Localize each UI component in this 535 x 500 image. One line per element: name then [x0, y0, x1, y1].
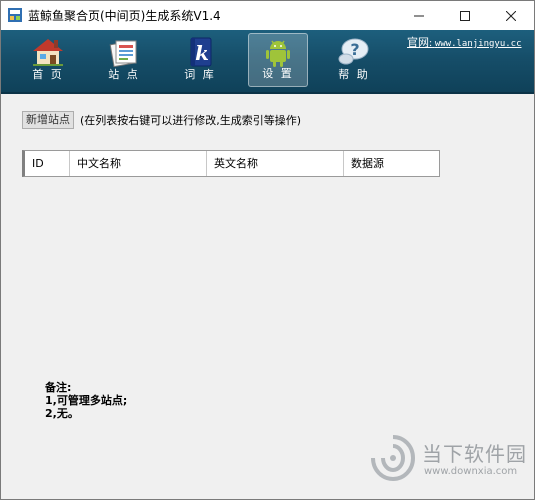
official-site-prefix: 官网:: [407, 37, 433, 49]
toolbar-help-label: 帮 助: [338, 68, 370, 81]
toolbar-help-button[interactable]: ? 帮 助: [325, 33, 383, 87]
toolbar-lexicon-button[interactable]: k 词 库: [171, 33, 229, 87]
column-header-english-name[interactable]: 英文名称: [207, 151, 344, 176]
svg-text:k: k: [195, 41, 209, 65]
title-bar: 蓝鲸鱼聚合页(中间页)生成系统V1.4: [1, 1, 534, 30]
toolbar-sites-button[interactable]: 站 点: [95, 33, 153, 87]
official-site-link[interactable]: 官网: www.lanjingyu.cc: [407, 34, 522, 50]
minimize-button[interactable]: [396, 1, 442, 30]
notes-title: 备注:: [45, 381, 72, 394]
notes-block: 备注: 1,可管理多站点; 2,无。: [45, 381, 127, 420]
official-site-url: www.lanjingyu.cc: [434, 39, 522, 49]
column-header-id[interactable]: ID: [25, 151, 70, 176]
watermark: 当下软件园 www.downxia.com: [368, 434, 526, 484]
toolbar-settings-button[interactable]: 设 置: [248, 33, 308, 87]
app-window: 蓝鲸鱼聚合页(中间页)生成系统V1.4 首 页 站 点 k 词 库 设 置 ? …: [0, 0, 535, 500]
add-site-button[interactable]: 新增站点: [22, 111, 74, 129]
k-book-icon: k: [190, 37, 212, 67]
house-icon: [33, 39, 63, 66]
downxia-logo-icon: [371, 435, 416, 482]
window-title: 蓝鲸鱼聚合页(中间页)生成系统V1.4: [28, 9, 221, 23]
help-bubble-icon: ?: [338, 38, 369, 65]
notes-line-2: 2,无。: [45, 407, 79, 420]
maximize-icon: [460, 10, 470, 21]
toolbar-sites-label: 站 点: [108, 68, 140, 81]
watermark-text: 当下软件园: [422, 442, 527, 466]
pages-icon: [109, 40, 137, 67]
sites-table[interactable]: ID 中文名称 英文名称 数据源: [22, 150, 440, 177]
app-icon: [8, 8, 22, 22]
close-button[interactable]: [488, 1, 534, 30]
toolbar-lexicon-label: 词 库: [184, 68, 216, 81]
toolbar-home-button[interactable]: 首 页: [19, 33, 77, 87]
svg-text:?: ?: [350, 40, 359, 59]
toolbar-home-label: 首 页: [32, 68, 64, 81]
notes-line-1: 1,可管理多站点;: [45, 394, 128, 407]
column-header-chinese-name[interactable]: 中文名称: [70, 151, 207, 176]
android-icon: [266, 40, 290, 67]
minimize-icon: [414, 15, 424, 16]
watermark-url: www.downxia.com: [424, 466, 518, 477]
column-header-data-source[interactable]: 数据源: [344, 151, 436, 176]
list-hint-text: (在列表按右键可以进行修改,生成索引等操作): [80, 114, 302, 127]
maximize-button[interactable]: [442, 1, 488, 30]
main-toolbar: 首 页 站 点 k 词 库 设 置 ? 帮 助 官网: www.lanjingy…: [1, 30, 534, 94]
toolbar-settings-label: 设 置: [262, 67, 294, 80]
close-icon: [506, 10, 516, 21]
